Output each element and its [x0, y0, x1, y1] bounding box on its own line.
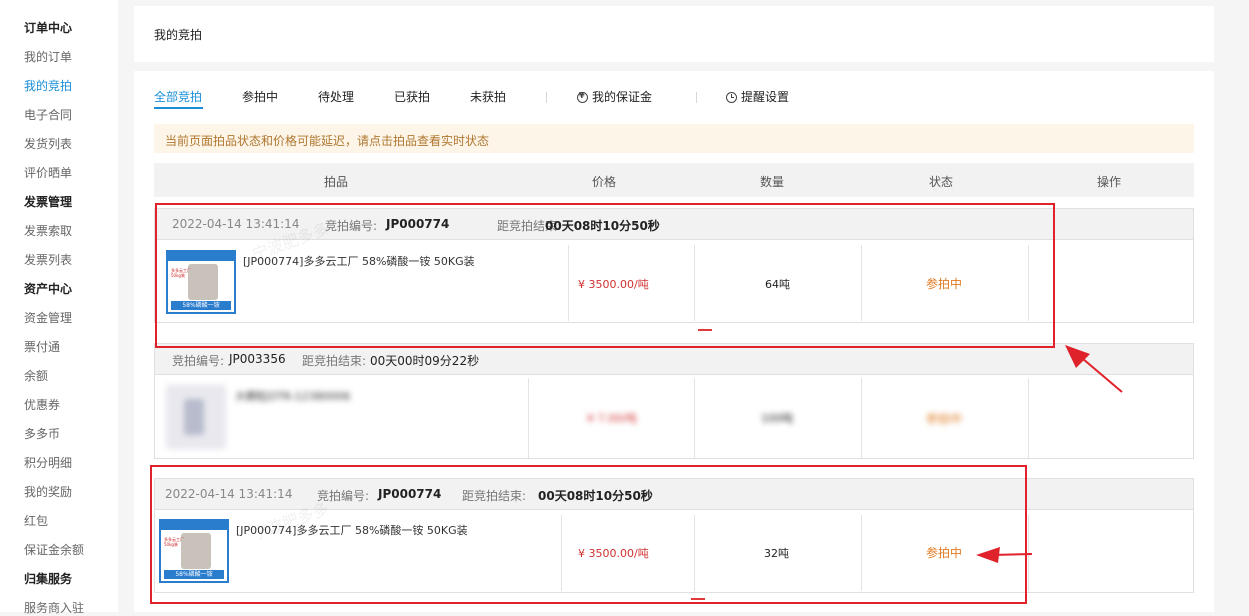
sidebar-item-balance[interactable]: 余额 [24, 367, 48, 384]
my-deposit-link[interactable]: ¥ 我的保证金 [577, 88, 652, 105]
col-header-status: 状态 [929, 175, 954, 189]
sidebar-item-my-auctions[interactable]: 我的竞拍 [24, 77, 72, 94]
sidebar-item-provider-join[interactable]: 服务商入驻 [24, 599, 84, 616]
delay-notice: 当前页面拍品状态和价格可能延迟，请点击拍品查看实时状态 [154, 124, 1194, 153]
sidebar-item-reviews[interactable]: 评价晒单 [24, 164, 72, 181]
page-title: 我的竞拍 [154, 28, 203, 42]
sidebar-item-funds[interactable]: 资金管理 [24, 309, 72, 326]
tab-lost[interactable]: 未获拍 [470, 88, 506, 105]
auction-quantity: 100吨 [761, 412, 793, 425]
sidebar-head-order-center: 订单中心 [24, 21, 73, 35]
auction-end-label: 距竞拍结束: [302, 354, 367, 368]
sidebar-head-collection: 归集服务 [24, 572, 73, 586]
auction-countdown: 00天00时09分22秒 [370, 354, 480, 368]
sidebar-item-my-orders[interactable]: 我的订单 [24, 48, 72, 65]
auction-status: 参拍中 [926, 412, 963, 426]
col-header-quantity: 数量 [760, 175, 785, 189]
sidebar-item-duoduo-coin[interactable]: 多多币 [24, 425, 60, 442]
tab-bidding[interactable]: 参拍中 [242, 88, 278, 105]
yen-circle-icon: ¥ [577, 91, 588, 103]
auction-row[interactable]: 竞拍编号: JP003356 距竞拍结束: 00天00时09分22秒 大颗粒DT… [154, 343, 1194, 459]
sidebar-head-invoice: 发票管理 [24, 195, 73, 209]
sidebar-head-assets: 资产中心 [24, 282, 73, 296]
product-image[interactable] [166, 385, 226, 449]
sidebar-item-red-packet[interactable]: 红包 [24, 512, 48, 529]
annotation-arrow-icon [1065, 345, 1123, 393]
sidebar-item-rewards[interactable]: 我的奖励 [24, 483, 72, 500]
auction-no-label: 竞拍编号: [172, 354, 225, 368]
sidebar-item-e-contract[interactable]: 电子合同 [24, 106, 72, 123]
sidebar-item-invoice-request[interactable]: 发票索取 [24, 222, 72, 239]
tab-won[interactable]: 已获拍 [394, 88, 430, 105]
col-header-item: 拍品 [324, 175, 349, 189]
sidebar-item-invoice-list[interactable]: 发票列表 [24, 251, 72, 268]
sidebar-item-piaofutong[interactable]: 票付通 [24, 338, 60, 355]
tab-pending[interactable]: 待处理 [318, 88, 354, 105]
product-name-link[interactable]: 大颗粒DTR-12380006 [235, 388, 350, 404]
auction-no: JP003356 [229, 352, 286, 366]
annotation-arrow-icon [976, 547, 1033, 563]
clock-icon [726, 92, 737, 103]
sidebar-item-shipping-list[interactable]: 发货列表 [24, 135, 72, 152]
annotation-box [150, 465, 1027, 604]
tab-divider [696, 92, 697, 103]
sidebar: 订单中心 我的订单 我的竞拍 电子合同 发货列表 评价晒单 发票管理 发票索取 … [0, 0, 118, 615]
tab-divider [546, 92, 547, 103]
remind-settings-label: 提醒设置 [741, 90, 790, 104]
col-header-price: 价格 [592, 175, 617, 189]
auction-price: ¥ 7.00/吨 [587, 412, 637, 425]
my-deposit-label: 我的保证金 [592, 90, 653, 104]
sidebar-item-points[interactable]: 积分明细 [24, 454, 72, 471]
auction-row-header: 竞拍编号: JP003356 距竞拍结束: 00天00时09分22秒 [155, 344, 1193, 375]
sidebar-item-deposit-balance[interactable]: 保证金余额 [24, 541, 84, 558]
table-header: 拍品 价格 数量 状态 操作 [154, 163, 1194, 197]
delay-notice-text: 当前页面拍品状态和价格可能延迟，请点击拍品查看实时状态 [165, 134, 490, 148]
col-header-actions: 操作 [1097, 175, 1122, 189]
annotation-box [155, 203, 1055, 348]
sidebar-item-coupons[interactable]: 优惠券 [24, 396, 60, 413]
remind-settings-link[interactable]: 提醒设置 [726, 88, 789, 105]
title-card: 我的竞拍 [134, 6, 1214, 62]
tab-all-auctions[interactable]: 全部竞拍 [154, 88, 202, 105]
active-tab-indicator [154, 107, 203, 109]
